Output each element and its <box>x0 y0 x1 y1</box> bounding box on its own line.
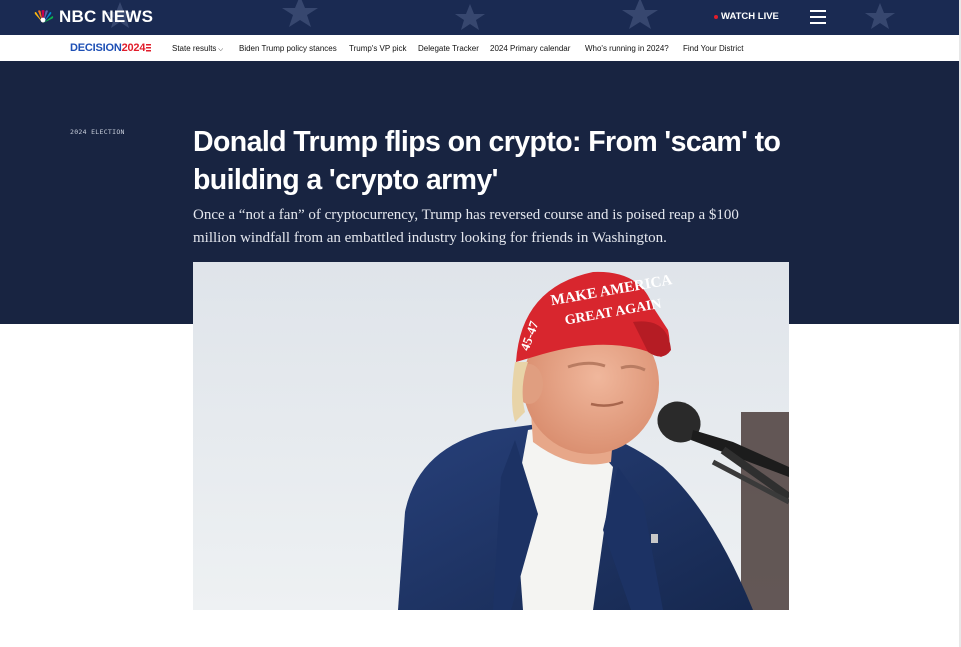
nav-link-find-district[interactable]: Find Your District <box>683 43 747 54</box>
article-photo: MAKE AMERICA GREAT AGAIN 45-47 <box>193 262 789 610</box>
watch-live-button[interactable]: WATCH LIVE <box>714 11 779 22</box>
nbc-news-logo[interactable]: NBC NEWS <box>32 7 153 27</box>
watch-live-label: WATCH LIVE <box>721 11 779 22</box>
nav-link-primary-calendar[interactable]: 2024 Primary calendar <box>490 43 577 54</box>
article-headline: Donald Trump flips on crypto: From 'scam… <box>193 126 781 196</box>
nav-link-vp-pick[interactable]: Trump's VP pick <box>349 43 412 54</box>
decision-2024-logo[interactable]: DECISION 2024 <box>70 42 152 54</box>
peacock-icon <box>34 10 54 23</box>
decision-label: DECISION <box>70 42 122 54</box>
decision-year: 2024 <box>121 42 146 54</box>
live-dot-icon <box>714 14 718 19</box>
chevron-down-icon: ⌵ <box>218 46 224 53</box>
site-header: NBC NEWS WATCH LIVE <box>0 0 961 35</box>
article-kicker[interactable]: 2024 ELECTION <box>70 128 125 136</box>
nav-link-state-results[interactable]: State results ⌵ <box>172 43 234 54</box>
article-dek: Once a “not a fan” of cryptocurrency, Tr… <box>193 207 739 246</box>
nav-links: State results ⌵ Biden Trump policy stance… <box>172 43 753 54</box>
nav-link-delegate-tracker[interactable]: Delegate Tracker <box>418 43 484 54</box>
nav-link-policy-stances[interactable]: Biden Trump policy stances <box>239 43 340 54</box>
menu-icon[interactable] <box>810 10 826 24</box>
nav-link-whos-running[interactable]: Who's running in 2024? <box>585 43 675 54</box>
flag-stripes-icon <box>146 43 152 53</box>
decision-nav: DECISION 2024 State results ⌵ Biden Trump… <box>0 35 961 62</box>
logo-text: NBC NEWS <box>59 7 154 26</box>
